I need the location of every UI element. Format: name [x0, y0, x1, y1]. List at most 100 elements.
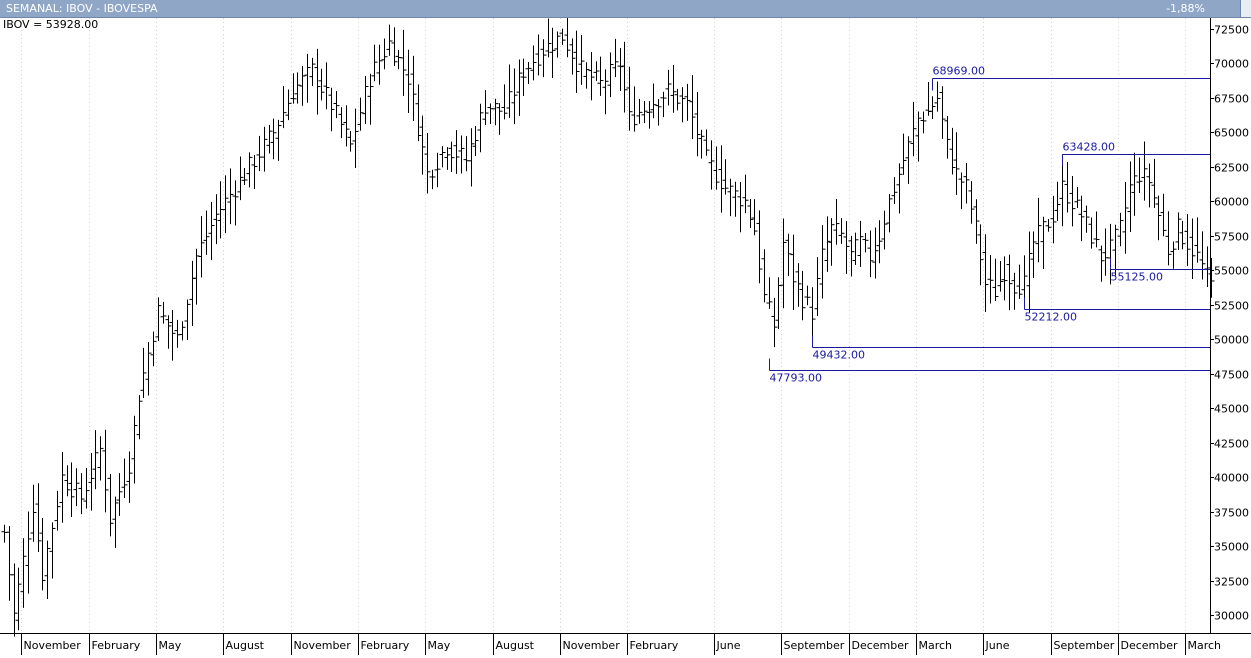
ohlc-bar [343, 105, 350, 147]
ohlc-bar [857, 220, 864, 267]
time-tick-label: September [1054, 639, 1115, 652]
level-label: 47793.00 [770, 372, 823, 385]
ohlc-bar [843, 221, 850, 274]
ohlc-bar [655, 99, 662, 126]
ohlc-bar [650, 83, 657, 119]
ohlc-bar [814, 257, 821, 317]
ohlc-bar [1006, 254, 1013, 311]
ohlc-bar [410, 55, 417, 121]
ohlc-bar [982, 234, 989, 312]
ohlc-bar [165, 315, 172, 349]
ohlc-bar [1064, 161, 1071, 213]
ohlc-bar [1122, 182, 1129, 254]
ohlc-bar [468, 128, 475, 187]
ohlc-bar [145, 342, 152, 396]
ohlc-bar [256, 135, 263, 172]
ohlc-bar [198, 216, 205, 278]
ohlc-bar [487, 103, 494, 124]
ohlc-bar [593, 61, 600, 81]
price-tick-label: 57500 [1214, 231, 1249, 244]
ohlc-bar [631, 86, 638, 132]
ohlc-bar [1151, 158, 1158, 208]
ohlc-bar [708, 140, 715, 190]
price-tick-label: 72500 [1214, 24, 1249, 37]
ohlc-bar [30, 484, 37, 542]
ohlc-bar [328, 87, 335, 132]
ohlc-bar [1098, 245, 1105, 282]
ohlc-bar [742, 174, 749, 214]
ohlc-bar [670, 65, 677, 113]
ohlc-bar [1054, 181, 1061, 222]
ohlc-bar [314, 48, 321, 115]
ohlc-bar [1165, 211, 1172, 266]
price-tick-label: 70000 [1214, 58, 1249, 71]
ohlc-bar [828, 218, 835, 266]
ohlc-bar [795, 263, 802, 307]
time-axis: November February May August November Februar… [0, 633, 1251, 655]
ohlc-bar [203, 210, 210, 255]
ohlc-bar [179, 321, 186, 341]
time-tick-label: February [630, 639, 679, 652]
time-tick-label: February [92, 639, 141, 652]
ohlc-bar [1074, 187, 1081, 209]
time-tick-label: September [784, 639, 845, 652]
price-tick-label: 40000 [1214, 472, 1249, 485]
time-tick-label: June [716, 639, 741, 652]
level-label: 63428.00 [1063, 141, 1116, 154]
ohlc-bar [578, 35, 585, 85]
ohlc-bar [232, 180, 239, 226]
ohlc-bar [20, 538, 27, 608]
ohlc-bar [1011, 272, 1018, 310]
ohlc-bar [896, 163, 903, 214]
ohlc-bar [6, 526, 13, 601]
ohlc-bar [97, 436, 104, 481]
ohlc-bar [867, 230, 874, 278]
ohlc-bar [1170, 241, 1177, 269]
ohlc-bar [756, 210, 763, 284]
ohlc-bar [439, 146, 446, 168]
level-line: 55125.00 [1110, 257, 1210, 284]
ohlc-bar [136, 395, 143, 440]
ohlc-bar [184, 299, 191, 341]
ohlc-bar [886, 194, 893, 233]
ohlc-bar [193, 248, 200, 305]
ohlc-bar [270, 118, 277, 160]
ohlc-bar [949, 127, 956, 175]
price-axis: 30000 32500 35000 37500 40000 42500 45000 47500… [1210, 18, 1249, 633]
ohlc-bar [549, 27, 556, 78]
window-corner-button[interactable] [1240, 0, 1251, 17]
ohlc-bar [963, 163, 970, 204]
ohlc-bar [448, 141, 455, 173]
ohlc-bar [1021, 255, 1028, 299]
ohlc-bar [973, 199, 980, 244]
price-tick-label: 60000 [1214, 196, 1249, 209]
ohlc-bar [1155, 195, 1162, 241]
ohlc-bar [525, 61, 532, 84]
level-line: 68969.00 [932, 65, 1210, 91]
ohlc-bar [371, 44, 378, 82]
ohlc-bar [189, 260, 196, 327]
ohlc-bar [241, 168, 248, 185]
ohlc-bar [833, 199, 840, 245]
ohlc-bar [395, 50, 402, 70]
ohlc-bar [237, 156, 244, 201]
time-tick-label: March [1188, 639, 1222, 652]
ohlc-bar [400, 29, 407, 96]
ohlc-bar [1016, 264, 1023, 299]
ohlc-bar [304, 53, 311, 103]
ohlc-bar [602, 69, 609, 115]
ohlc-bar [352, 108, 359, 169]
ohlc-bar [838, 218, 845, 244]
ohlc-bar [583, 62, 590, 89]
ohlc-bar [751, 199, 758, 236]
ohlc-bar [722, 159, 729, 195]
ohlc-bar [718, 145, 725, 213]
ohlc-bar [1026, 231, 1033, 313]
ohlc-chart[interactable]: 68969.00 63428.00 55125.00 52212.00 49432.00… [0, 18, 1251, 658]
ohlc-bar [15, 567, 22, 631]
price-tick-label: 52500 [1214, 300, 1249, 313]
support-resistance-levels: 68969.00 63428.00 55125.00 52212.00 49432.00… [769, 65, 1210, 385]
ohlc-bar [554, 31, 561, 58]
ohlc-bar [1045, 219, 1052, 232]
ohlc-bar [900, 133, 907, 175]
